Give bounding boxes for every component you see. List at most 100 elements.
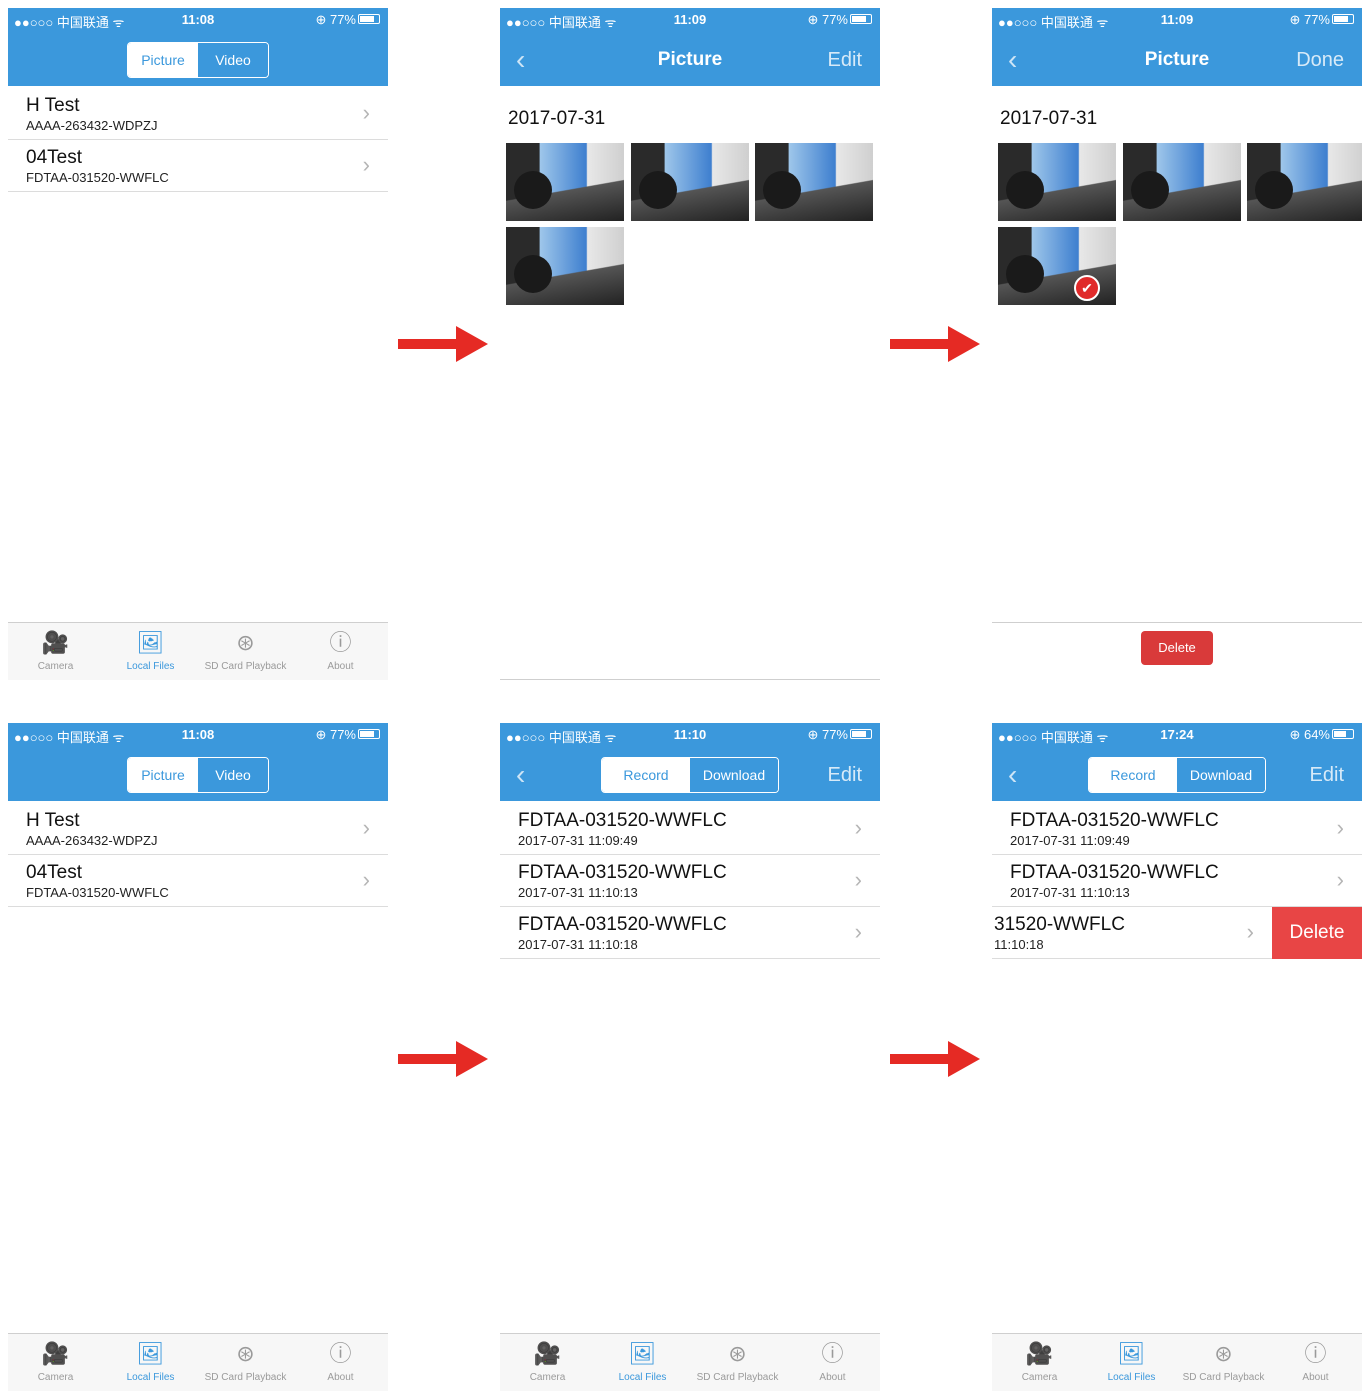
battery-icon	[850, 14, 872, 24]
sd-card-icon: ⊛	[728, 1341, 747, 1366]
battery-icon	[1332, 729, 1354, 739]
camera-icon: 🎥	[1025, 1341, 1054, 1366]
sd-card-icon: ⊛	[1214, 1341, 1233, 1366]
battery-icon	[358, 14, 380, 24]
tab-camera[interactable]: 🎥 Camera	[8, 629, 103, 672]
nav-bar: ●●○○○ 中国联通 ᯤ 11:09 ⊕ 77% ‹ Picture Edit	[500, 8, 880, 86]
device-row[interactable]: 04Test FDTAA-031520-WWFLC ›	[8, 855, 388, 907]
done-button[interactable]: Done	[1296, 42, 1344, 78]
status-bar: ●●○○○ 中国联通 ᯤ 17:24 ⊕ 64%	[992, 723, 1362, 747]
tab-label: SD Card Playback	[204, 1372, 287, 1383]
segment-record[interactable]: Record	[602, 758, 690, 792]
tab-camera[interactable]: 🎥 Camera	[992, 1340, 1087, 1383]
tab-label: About	[819, 1372, 846, 1383]
battery-label: ⊕ 77%	[315, 12, 356, 27]
photo-thumbnail[interactable]	[506, 143, 624, 221]
tab-sd-card-playback[interactable]: ⊛ SD Card Playback	[1176, 1340, 1271, 1383]
delete-button[interactable]: Delete	[1141, 631, 1213, 665]
flow-arrow	[398, 326, 490, 362]
status-bar: ●●○○○ 中国联通 ᯤ 11:10 ⊕ 77%	[500, 723, 880, 747]
back-icon[interactable]: ‹	[1008, 757, 1017, 793]
tab-label: About	[1302, 1372, 1329, 1383]
device-row[interactable]: H Test AAAA-263432-WDPZJ ›	[8, 88, 388, 140]
sd-card-icon: ⊛	[236, 1341, 255, 1366]
tab-label: About	[327, 661, 354, 672]
tab-camera[interactable]: 🎥 Camera	[500, 1340, 595, 1383]
tab-about[interactable]: ⓘ About	[785, 1340, 880, 1383]
record-row[interactable]: FDTAA-031520-WWFLC 2017-07-31 11:10:13 ›	[992, 855, 1362, 907]
screen-picture-edit: ●●○○○ 中国联通 ᯤ 11:09 ⊕ 77% ‹ Picture Done …	[992, 8, 1362, 680]
photo-thumbnail[interactable]	[1123, 143, 1241, 221]
segment-record[interactable]: Record	[1089, 758, 1177, 792]
selected-check-icon: ✔	[1074, 275, 1100, 301]
tab-sd-card-playback[interactable]: ⊛ SD Card Playback	[198, 1340, 293, 1383]
tab-label: Camera	[1021, 1372, 1058, 1383]
screen-record-swipe-delete: ●●○○○ 中国联通 ᯤ 17:24 ⊕ 64% ‹ Record Downlo…	[992, 723, 1362, 1391]
device-row[interactable]: 04Test FDTAA-031520-WWFLC ›	[8, 140, 388, 192]
tab-label: Local Files	[126, 661, 175, 672]
record-time: 11:10:18	[994, 937, 1044, 952]
back-icon[interactable]: ‹	[516, 757, 525, 793]
battery-label: ⊕ 77%	[315, 727, 356, 742]
edit-button[interactable]: Edit	[828, 42, 862, 78]
record-row-swiped[interactable]: 31520-WWFLC 11:10:18 › Delete	[992, 907, 1362, 959]
segment-video[interactable]: Video	[198, 43, 268, 77]
device-name: H Test	[26, 95, 80, 116]
device-row[interactable]: H Test AAAA-263432-WDPZJ ›	[8, 803, 388, 855]
device-name: H Test	[26, 810, 80, 831]
edit-button[interactable]: Edit	[828, 757, 862, 793]
device-uid: FDTAA-031520-WWFLC	[26, 170, 169, 185]
status-bar: ●●○○○ 中国联通 ᯤ 11:08 ⊕ 77%	[8, 723, 388, 747]
tab-about[interactable]: ⓘ About	[293, 629, 388, 672]
record-row[interactable]: FDTAA-031520-WWFLC 2017-07-31 11:10:18 ›	[500, 907, 880, 959]
record-name: FDTAA-031520-WWFLC	[518, 914, 727, 935]
about-icon: ⓘ	[329, 1341, 352, 1366]
photo-thumbnail[interactable]	[755, 143, 873, 221]
photo-thumbnail-selected[interactable]: ✔	[998, 227, 1116, 305]
segment-download[interactable]: Download	[690, 758, 778, 792]
segment-picture[interactable]: Picture	[128, 758, 198, 792]
record-row[interactable]: FDTAA-031520-WWFLC 2017-07-31 11:10:13 ›	[500, 855, 880, 907]
tab-local-files[interactable]: 🖼 Local Files	[1084, 1340, 1179, 1383]
record-row[interactable]: FDTAA-031520-WWFLC 2017-07-31 11:09:49 ›	[500, 803, 880, 855]
tab-local-files[interactable]: 🖼 Local Files	[595, 1340, 690, 1383]
record-row[interactable]: FDTAA-031520-WWFLC 2017-07-31 11:09:49 ›	[992, 803, 1362, 855]
photo-thumbnail[interactable]	[631, 143, 749, 221]
tab-bar: 🎥 Camera 🖼 Local Files ⊛ SD Card Playback ⓘ…	[992, 1333, 1362, 1391]
nav-bar: ●●○○○ 中国联通 ᯤ 11:09 ⊕ 77% ‹ Picture Done	[992, 8, 1362, 86]
tab-local-files[interactable]: 🖼 Local Files	[103, 629, 198, 672]
status-bar: ●●○○○ 中国联通 ᯤ 11:08 ⊕ 77%	[8, 8, 388, 32]
tab-about[interactable]: ⓘ About	[1268, 1340, 1362, 1383]
nav-bar: ●●○○○ 中国联通 ᯤ 17:24 ⊕ 64% ‹ Record Downlo…	[992, 723, 1362, 801]
screen-record-list: ●●○○○ 中国联通 ᯤ 11:10 ⊕ 77% ‹ Record Downlo…	[500, 723, 880, 1391]
photo-thumbnail[interactable]	[1247, 143, 1362, 221]
chevron-right-icon: ›	[854, 867, 862, 892]
local-files-icon: 🖼	[628, 1341, 657, 1366]
nav-bar: ●●○○○ 中国联通 ᯤ 11:10 ⊕ 77% ‹ Record Downlo…	[500, 723, 880, 801]
chevron-right-icon: ›	[1336, 867, 1344, 892]
edit-button[interactable]: Edit	[1310, 757, 1344, 793]
tab-label: Camera	[529, 1372, 566, 1383]
segment-picture[interactable]: Picture	[128, 43, 198, 77]
flow-arrow	[890, 326, 982, 362]
swipe-delete-button[interactable]: Delete	[1272, 907, 1362, 959]
page-title: Picture	[657, 49, 723, 70]
photo-thumbnail[interactable]	[998, 143, 1116, 221]
tab-camera[interactable]: 🎥 Camera	[8, 1340, 103, 1383]
screen-local-files-devices-1: ●●○○○ 中国联通 ᯤ 11:08 ⊕ 77% Picture Video H…	[8, 8, 388, 680]
segment-download[interactable]: Download	[1177, 758, 1265, 792]
photo-thumbnail[interactable]	[506, 227, 624, 305]
tab-local-files[interactable]: 🖼 Local Files	[103, 1340, 198, 1383]
status-bar: ●●○○○ 中国联通 ᯤ 11:09 ⊕ 77%	[500, 8, 880, 32]
tab-about[interactable]: ⓘ About	[293, 1340, 388, 1383]
segment-video[interactable]: Video	[198, 758, 268, 792]
device-name: 04Test	[26, 147, 82, 168]
record-name: FDTAA-031520-WWFLC	[518, 810, 727, 831]
tab-sd-card-playback[interactable]: ⊛ SD Card Playback	[690, 1340, 785, 1383]
camera-icon: 🎥	[41, 1341, 70, 1366]
record-name: FDTAA-031520-WWFLC	[518, 862, 727, 883]
tab-sd-card-playback[interactable]: ⊛ SD Card Playback	[198, 629, 293, 672]
picture-video-segment: Picture Video	[127, 42, 269, 78]
chevron-right-icon: ›	[362, 152, 370, 177]
divider	[500, 679, 880, 680]
